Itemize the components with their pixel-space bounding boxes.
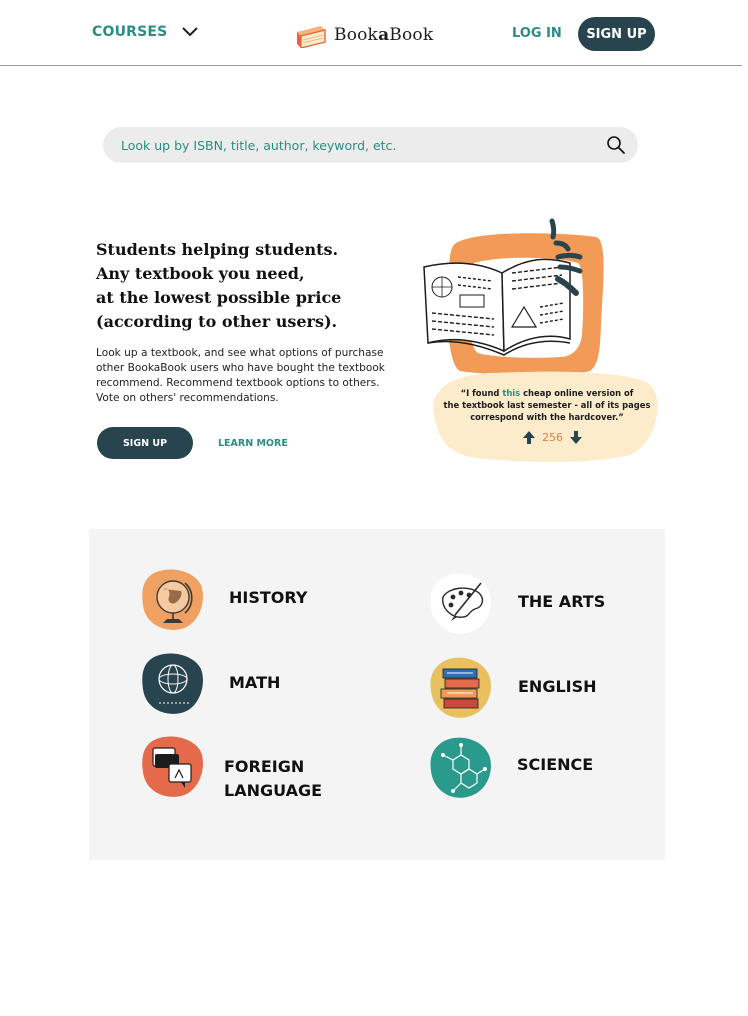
testimonial-line: the textbook last semester - all of its … (443, 400, 651, 410)
login-link[interactable]: LOG IN (512, 26, 562, 41)
subject-foreign-language[interactable]: FOREIGN LANGUAGE (141, 731, 322, 803)
hero-description: Look up a textbook, and see what options… (96, 346, 396, 406)
search-icon[interactable] (606, 135, 626, 155)
subject-label: SCIENCE (517, 753, 593, 777)
subject-the-arts[interactable]: THE ARTS (429, 571, 605, 637)
brand-name-prefix: Book (334, 25, 379, 45)
subject-label: HISTORY (229, 586, 307, 610)
globe-icon (142, 569, 203, 630)
hero-headline-line: Any textbook you need, (96, 264, 305, 283)
search-input[interactable] (121, 137, 601, 153)
hero-headline-line: (according to other users). (96, 312, 338, 331)
chevron-down-icon (182, 27, 199, 37)
molecule-icon (430, 737, 491, 798)
book-logo-icon (297, 26, 326, 48)
subject-label-line: HISTORY (229, 588, 308, 607)
hero-description-line: recommend. Recommend textbook options to… (96, 377, 380, 389)
brand-name: BookaBook (334, 25, 433, 45)
subject-label-line: LANGUAGE (224, 781, 323, 800)
courses-label: COURSES (92, 24, 168, 40)
testimonial-text: “I found (460, 388, 503, 398)
hero-description-line: Look up a textbook, and see what options… (96, 347, 384, 359)
hero-headline-line: Students helping students. (96, 240, 339, 259)
hero-description-line: other BookaBook users who have bought th… (96, 362, 385, 374)
subject-label-line: ENGLISH (518, 677, 597, 696)
hero-headline: Students helping students. Any textbook … (96, 238, 376, 334)
arrow-up-icon[interactable] (522, 430, 536, 445)
subject-label-line: MATH (229, 673, 281, 692)
open-book-illustration (423, 218, 658, 462)
subject-label-line: FOREIGN (224, 757, 305, 776)
arrow-down-icon[interactable] (569, 430, 583, 445)
subject-science[interactable]: SCIENCE (429, 735, 593, 801)
brand-logo[interactable]: BookaBook (295, 22, 433, 48)
testimonial-line: “I found this cheap online version of (443, 387, 651, 399)
subject-label: FOREIGN LANGUAGE (224, 755, 322, 803)
subjects-panel: HISTORY THE ARTS MATH ENGLISH FOREIGN LA… (89, 529, 665, 860)
subject-label-line: THE ARTS (518, 592, 606, 611)
hero-description-line: Vote on others' recommendations. (96, 392, 279, 404)
vote-count: 256 (542, 431, 563, 444)
subject-english[interactable]: ENGLISH (429, 655, 597, 721)
testimonial-quote: “I found this cheap online version of th… (443, 387, 651, 423)
subject-label: ENGLISH (518, 675, 597, 699)
palette-icon (430, 573, 491, 634)
subject-label: MATH (229, 671, 280, 695)
sphere-formula-icon (142, 653, 203, 714)
testimonial-text: cheap online version of (520, 388, 634, 398)
hero-headline-line: at the lowest possible price (96, 288, 342, 307)
courses-dropdown[interactable]: COURSES (92, 24, 199, 40)
search-bar (103, 127, 638, 163)
subject-math[interactable]: MATH (141, 651, 280, 717)
subject-label-line: SCIENCE (517, 755, 594, 774)
translate-icon (142, 736, 203, 797)
book-stack-icon (430, 657, 491, 718)
top-nav-bar: COURSES BookaBook LOG IN SIGN UP (0, 0, 742, 66)
brand-name-suffix: Book (389, 25, 434, 45)
testimonial-link[interactable]: this (502, 388, 520, 398)
vote-widget: 256 (522, 430, 583, 445)
subject-label: THE ARTS (518, 590, 605, 614)
learn-more-link[interactable]: LEARN MORE (218, 438, 288, 449)
brand-name-middle: a (378, 25, 390, 45)
hero-signup-button[interactable]: SIGN UP (97, 427, 193, 459)
testimonial-line: correspond with the hardcover.” (470, 412, 624, 422)
subject-history[interactable]: HISTORY (141, 567, 307, 633)
signup-button[interactable]: SIGN UP (578, 17, 655, 51)
